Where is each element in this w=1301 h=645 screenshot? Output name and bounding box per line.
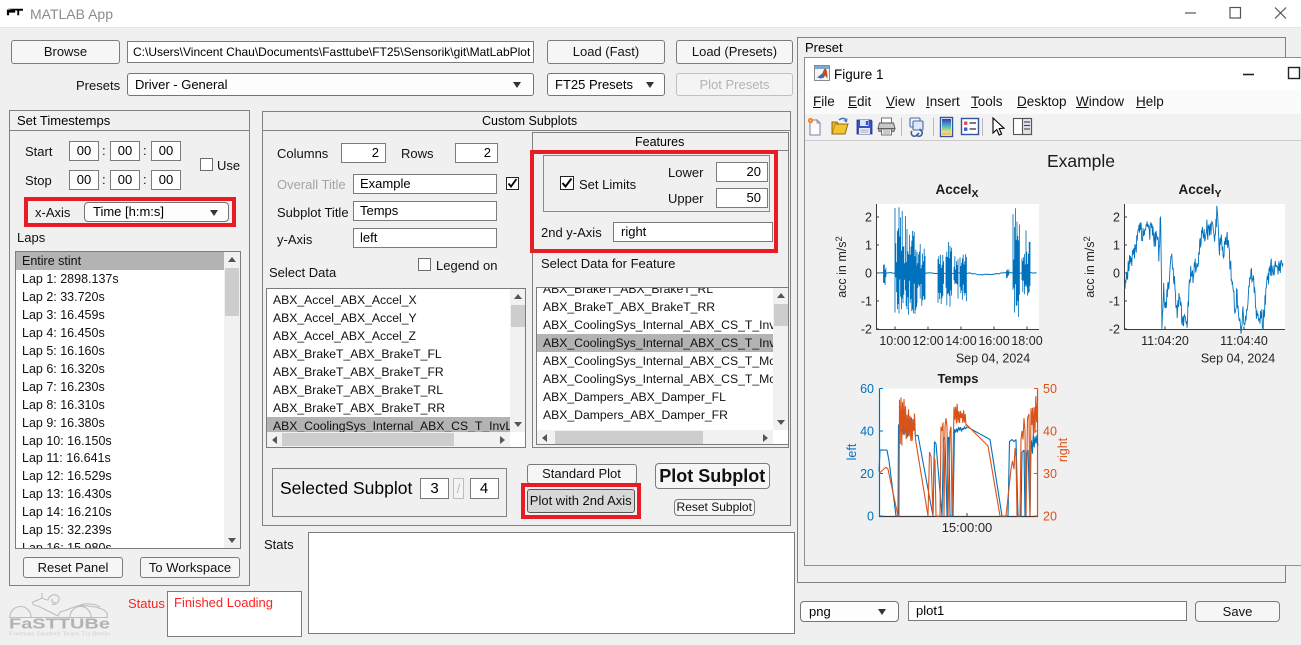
svg-text:20: 20 (860, 467, 874, 481)
svg-text:10:00: 10:00 (879, 334, 910, 348)
svg-text:Formula Student Team TU Berlin: Formula Student Team TU Berlin (9, 632, 110, 638)
svg-text:right: right (1056, 437, 1070, 462)
svg-text:2: 2 (865, 211, 872, 225)
svg-text:-1: -1 (1109, 295, 1120, 309)
svg-text:AccelY: AccelY (1178, 182, 1221, 200)
svg-text:AccelX: AccelX (935, 182, 978, 200)
svg-text:40: 40 (1043, 425, 1057, 439)
svg-text:30: 30 (1043, 467, 1057, 481)
svg-text:11:04:40: 11:04:40 (1220, 334, 1268, 348)
svg-text:1: 1 (1113, 239, 1120, 253)
svg-text:0: 0 (1113, 267, 1120, 281)
svg-text:2: 2 (1113, 211, 1120, 225)
svg-text:Temps: Temps (938, 371, 979, 386)
svg-text:14:00: 14:00 (945, 334, 976, 348)
svg-text:60: 60 (860, 382, 874, 396)
svg-text:1: 1 (865, 239, 872, 253)
svg-text:16:00: 16:00 (978, 334, 1009, 348)
svg-text:acc in m/s2: acc in m/s2 (1082, 236, 1097, 298)
svg-text:left: left (845, 443, 859, 460)
svg-text:50: 50 (1043, 382, 1057, 396)
svg-text:Example: Example (1047, 151, 1115, 171)
svg-text:0: 0 (865, 267, 872, 281)
svg-text:15:00:00: 15:00:00 (942, 520, 993, 535)
svg-text:20: 20 (1043, 510, 1057, 524)
svg-text:FaSTTUBe: FaSTTUBe (9, 617, 110, 633)
svg-text:acc in m/s2: acc in m/s2 (834, 236, 849, 298)
svg-text:0: 0 (867, 510, 874, 524)
svg-text:-2: -2 (1109, 323, 1120, 337)
svg-text:12:00: 12:00 (912, 334, 943, 348)
svg-text:11:04:20: 11:04:20 (1141, 334, 1189, 348)
svg-text:40: 40 (860, 425, 874, 439)
svg-text:Sep 04, 2024: Sep 04, 2024 (956, 352, 1030, 366)
svg-text:-2: -2 (861, 323, 872, 337)
svg-text:Sep 04, 2024: Sep 04, 2024 (1201, 352, 1275, 366)
svg-text:18:00: 18:00 (1011, 334, 1042, 348)
svg-text:-1: -1 (861, 295, 872, 309)
